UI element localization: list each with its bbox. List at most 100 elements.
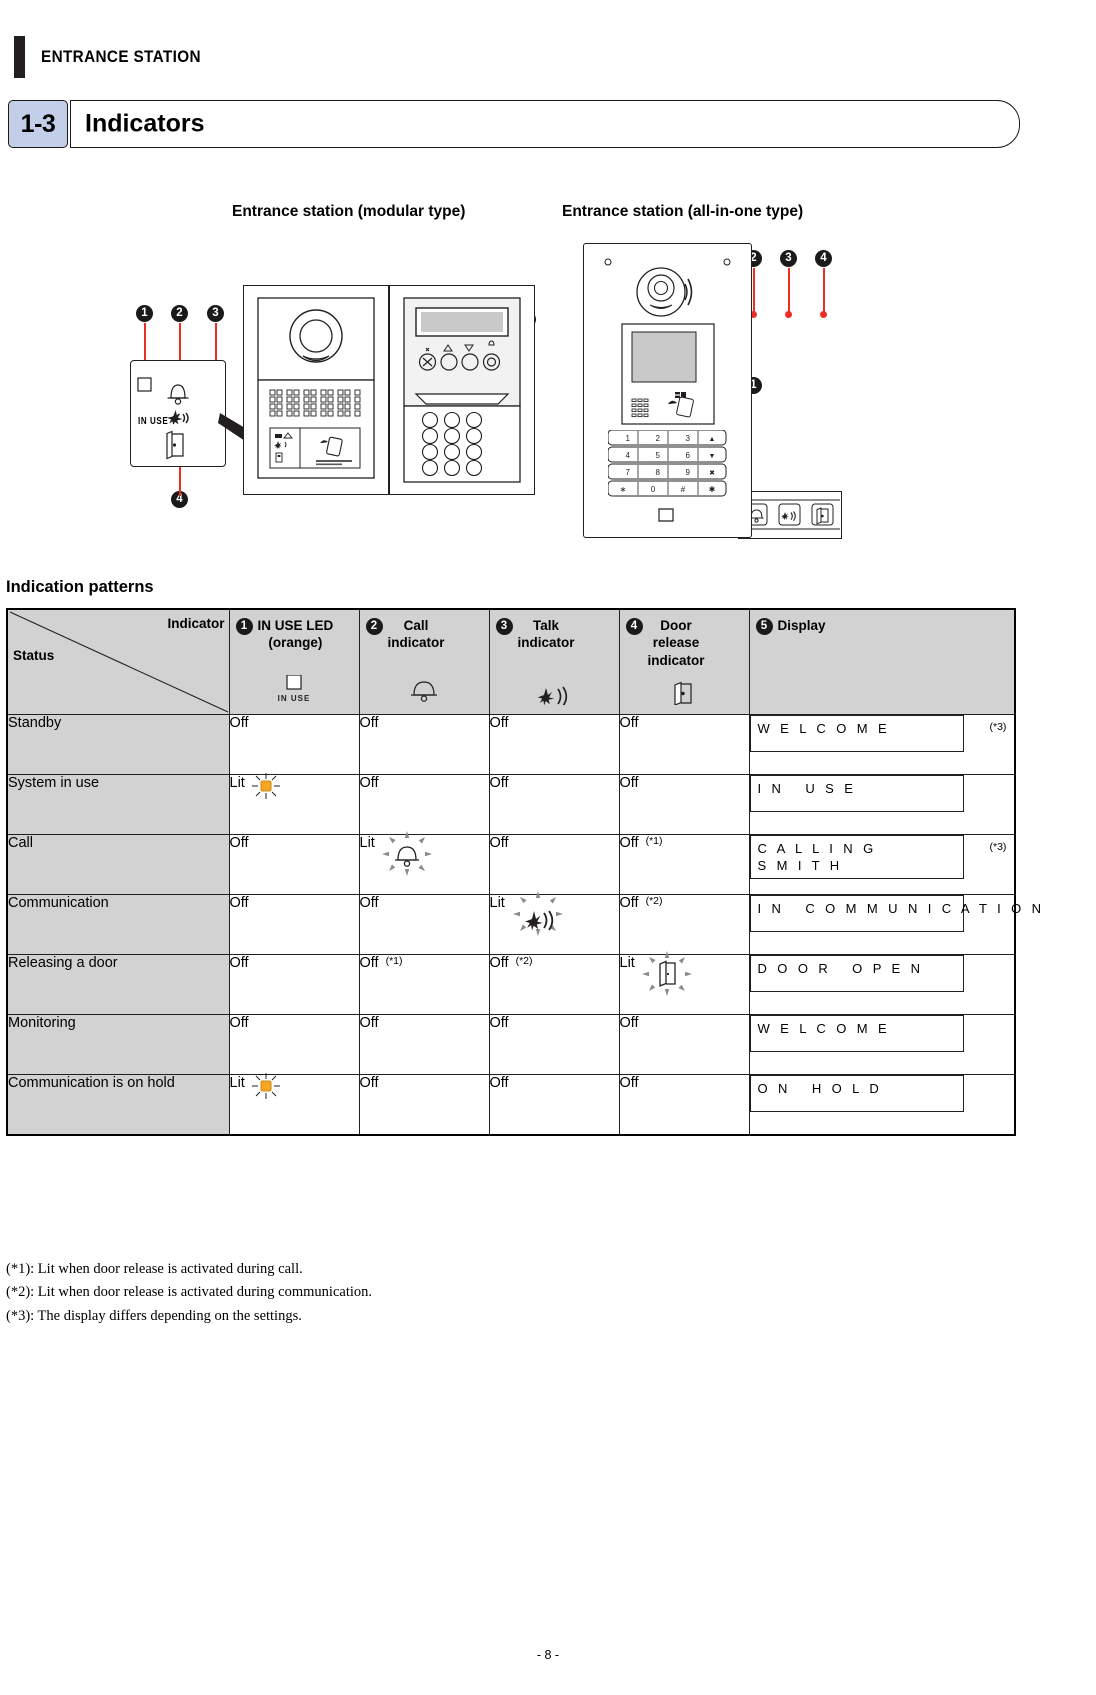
lcd-screen: D O O R O P E N [749,955,964,992]
svg-text:IN USE: IN USE [278,694,311,703]
cell-in-use-led: Off [228,1014,360,1075]
section-title-bar: 1-3 Indicators [8,100,1020,148]
footnote-3: (*3): The display differs depending on t… [6,1307,302,1324]
table-header-row: Indicator Status 1 IN USE LED (orange) IN… [6,608,1016,715]
cell-talk: Off [488,1014,620,1075]
allinone-keypad: 1 2 3 ▲ 4 5 6 ▼ 7 8 9 ✖ ∗ 0 # ✱ [607,429,728,507]
header-label-2: Call indicator [387,618,445,651]
display-footnote-ref: (*3) [989,841,1007,853]
svg-text:5: 5 [656,451,661,460]
modular-diagram-caption: Entrance station (modular type) [232,203,466,220]
indication-patterns-heading: Indication patterns [6,578,154,596]
footnote-2: (*2): Lit when door release is activated… [6,1284,373,1301]
callout-1-modular: 1 [136,305,153,322]
cell-door-release: Off [618,1014,750,1075]
running-head: ENTRANCE STATION [14,36,219,78]
cell-talk: Lit [488,891,620,955]
cell-call: Off [358,1014,490,1075]
footnote-ref: (*1) [645,835,663,847]
cell-door-release: Off (*2) [618,894,750,955]
cell-in-use-led: Lit [228,773,360,835]
status-label: Monitoring [6,1014,230,1075]
callout-2-modular: 2 [171,305,188,322]
cell-door-release: Off [618,774,750,835]
cell-display: O N H O L D [748,1074,1016,1135]
table-row: Releasing a door Off Off (*1) Off (*2) L… [6,951,1016,1015]
corner-header: Indicator Status [6,608,230,715]
corner-status-label: Status [13,648,55,663]
svg-text:▲: ▲ [709,436,716,443]
diagram-area: Entrance station (modular type) Entrance… [0,195,1096,555]
cell-display: C A L L I N G S M I T H (*3) [748,834,1016,895]
bell-icon [360,679,489,708]
status-label: System in use [6,774,230,835]
callout-3-allinone: 3 [780,250,797,267]
allinone-bottom-button [658,508,674,522]
table-row: System in use Lit Off Off Off I N U S E [6,773,1016,835]
display-footnote-ref: (*3) [989,721,1007,733]
svg-text:∗: ∗ [620,485,627,494]
svg-text:✖: ✖ [709,470,715,477]
modular-indicator-icons [137,377,189,460]
lit-door-icon [641,951,693,1001]
cell-talk: Off [488,834,620,895]
in-use-text-label: IN USE [138,415,169,427]
lead-dot-aio-3 [785,311,792,318]
svg-text:#: # [681,485,686,494]
door-release-icon [620,681,749,708]
header-in-use-led: 1 IN USE LED (orange) IN USE [228,608,360,715]
svg-text:✱: ✱ [709,485,716,494]
cell-display: W E L C O M E (*3) [748,714,1016,775]
running-head-rule [14,36,25,78]
table-row: Communication is on hold Lit Off Off Off… [6,1073,1016,1135]
header-num-4: 4 [625,618,643,635]
cell-in-use-led: Off [228,834,360,895]
lcd-screen: W E L C O M E [749,715,964,752]
cell-call: Off (*1) [358,954,490,1015]
header-num-5: 5 [755,618,773,635]
footnote-ref: (*2) [515,955,533,967]
svg-text:9: 9 [686,468,691,477]
table-body: Standby Off Off Off Off W E L C O M E (*… [6,714,1041,1135]
cell-call: Lit [358,831,490,895]
svg-text:8: 8 [656,468,661,477]
status-label: Communication [6,894,230,955]
header-call-indicator: 2 Call indicator [358,608,490,715]
talk-icon [490,679,619,708]
cell-in-use-led: Off [228,954,360,1015]
svg-text:0: 0 [651,485,656,494]
cell-display: I N U S E [748,774,1016,835]
modular-station-body [243,285,535,495]
cell-in-use-led: Off [228,714,360,775]
cell-door-release: Off [618,1074,750,1135]
lead-line-aio-4 [822,268,825,314]
header-door-release-indicator: 4 Door release indicator [618,608,750,715]
table-row: Call Off Lit Off Off (*1) C A L L I N G … [6,831,1016,895]
cell-in-use-led: Off [228,894,360,955]
svg-text:2: 2 [656,434,661,443]
cell-talk: Off [488,774,620,835]
lcd-screen: C A L L I N G S M I T H [749,835,964,879]
header-label-4: Door release indicator [647,618,705,668]
lcd-screen: O N H O L D [749,1075,964,1112]
lead-dot-aio-4 [820,311,827,318]
cell-display: W E L C O M E [748,1014,1016,1075]
indication-patterns-table: Indicator Status 1 IN USE LED (orange) IN… [6,608,1041,1136]
cell-call: Off [358,714,490,775]
cell-call: Off [358,774,490,835]
cell-talk: Off [488,714,620,775]
status-label: Standby [6,714,230,775]
header-num-3: 3 [495,618,513,635]
cell-door-release: Off (*1) [618,834,750,895]
lit-talk-icon [511,891,565,941]
header-label-5: Display [777,618,826,633]
header-label-3: Talk indicator [517,618,575,651]
status-label: Releasing a door [6,954,230,1015]
header-display: 5 Display [748,608,1016,715]
cell-display: D O O R O P E N [748,954,1016,1015]
lit-led-icon [251,1073,281,1104]
callout-3-modular: 3 [207,305,224,322]
cell-display: I N C O M M U N I C A T I O N [748,894,1041,955]
lcd-screen: W E L C O M E [749,1015,964,1052]
header-num-2: 2 [365,618,383,635]
